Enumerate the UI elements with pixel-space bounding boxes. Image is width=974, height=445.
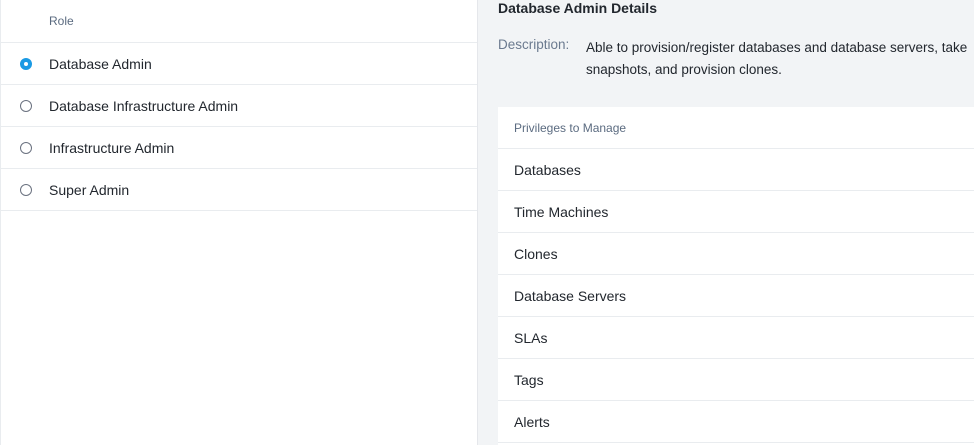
privilege-row: Database Servers (498, 275, 974, 317)
privilege-label: Clones (514, 245, 558, 262)
role-details-panel: Database Admin Details Description: Able… (478, 0, 974, 445)
privilege-row: Tags (498, 359, 974, 401)
privileges-table: Privileges to Manage Databases Time Mach… (498, 107, 974, 445)
role-option-super-admin[interactable]: Super Admin (1, 169, 477, 211)
description-text: Able to provision/register databases and… (586, 40, 968, 77)
radio-button[interactable] (20, 99, 32, 112)
privilege-row: Databases (498, 149, 974, 191)
role-label: Database Infrastructure Admin (49, 97, 239, 114)
privileges-column-header: Privileges to Manage (514, 120, 627, 135)
privilege-row: Clones (498, 233, 974, 275)
privilege-row: SLAs (498, 317, 974, 359)
privilege-row: Alerts (498, 401, 974, 443)
privilege-label: SLAs (514, 329, 548, 346)
privilege-label: Tags (514, 371, 544, 388)
privilege-label: Database Servers (514, 287, 627, 304)
role-label: Infrastructure Admin (49, 139, 175, 156)
privileges-table-header: Privileges to Manage (498, 107, 974, 149)
role-label: Database Admin (49, 55, 152, 72)
role-selector: Role Database Admin Database Infrastruct… (0, 0, 974, 445)
description-label: Description: (498, 37, 570, 52)
roles-list-panel: Role Database Admin Database Infrastruct… (0, 0, 478, 445)
details-title: Database Admin Details (498, 0, 657, 16)
privilege-label: Time Machines (514, 203, 609, 220)
radio-button-selected[interactable] (20, 57, 32, 70)
role-option-database-admin[interactable]: Database Admin (1, 43, 477, 85)
role-option-database-infrastructure-admin[interactable]: Database Infrastructure Admin (1, 85, 477, 127)
role-label: Super Admin (49, 181, 130, 198)
privilege-label: Databases (514, 161, 581, 178)
radio-button[interactable] (20, 183, 32, 196)
role-column-header: Role (49, 14, 74, 28)
roles-table-header: Role (1, 0, 477, 43)
privilege-row: Time Machines (498, 191, 974, 233)
role-option-infrastructure-admin[interactable]: Infrastructure Admin (1, 127, 477, 169)
privilege-label: Alerts (514, 413, 550, 430)
radio-button[interactable] (20, 141, 32, 154)
